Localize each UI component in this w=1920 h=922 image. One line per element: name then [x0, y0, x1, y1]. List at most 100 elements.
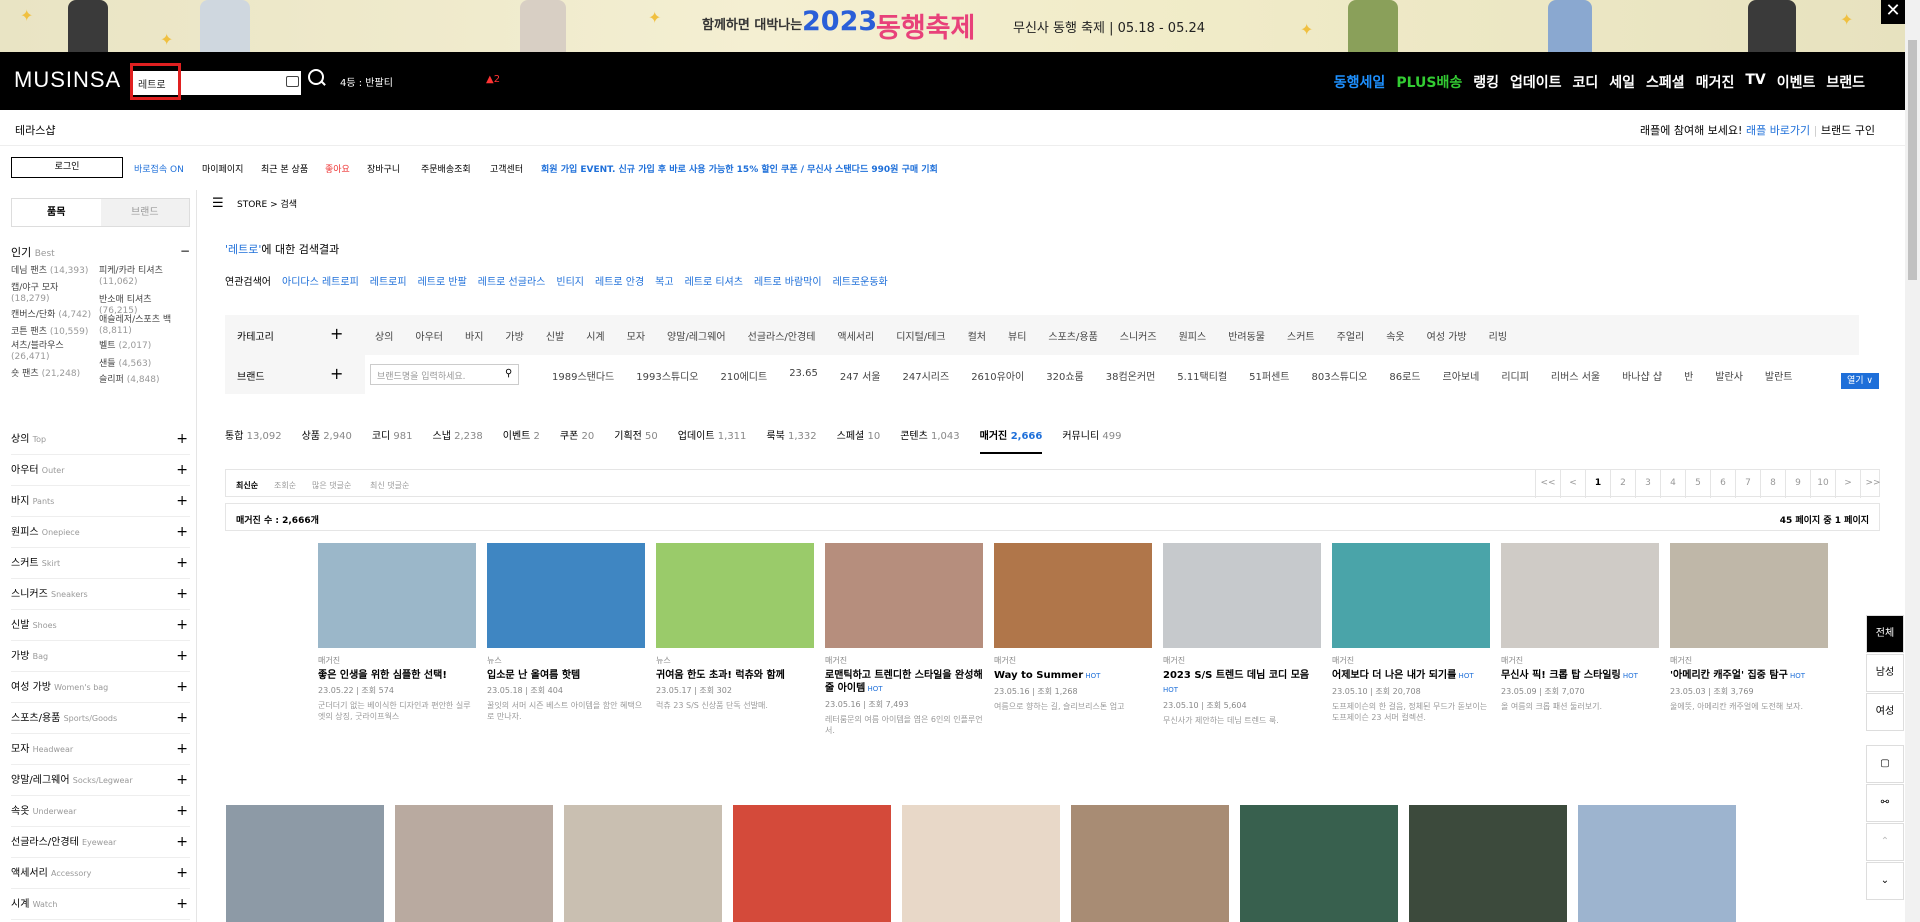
- popular-item[interactable]: 캡/야구 모자 (18,279): [11, 283, 99, 305]
- popular-item[interactable]: 피케/카라 티셔츠 (11,062): [99, 266, 187, 288]
- brand-filter-item[interactable]: 247시리즈: [903, 368, 950, 383]
- likes-link[interactable]: 좋아요: [325, 162, 350, 175]
- plus-icon[interactable]: +: [176, 641, 188, 672]
- related-keyword[interactable]: 레트로 선글라스: [478, 273, 546, 288]
- brand-filter-item[interactable]: 5.11택티컬: [1177, 368, 1227, 383]
- magazine-thumbnail[interactable]: [318, 543, 476, 648]
- filter-men-button[interactable]: 남성: [1866, 654, 1904, 692]
- sort-option[interactable]: 최신순: [236, 480, 258, 491]
- magazine-title[interactable]: 어제보다 더 나은 내가 되기를 HOT: [1332, 669, 1490, 683]
- result-tab[interactable]: 기획전 50: [614, 427, 658, 454]
- category-filter-item[interactable]: 아우터: [415, 328, 443, 343]
- result-tab[interactable]: 상품 2,940: [302, 427, 352, 454]
- gnb-item[interactable]: 이벤트: [1777, 72, 1816, 92]
- category-filter-item[interactable]: 선글라스/안경테: [748, 328, 816, 343]
- sort-option[interactable]: 최신 댓글순: [370, 480, 409, 491]
- plus-icon[interactable]: +: [176, 579, 188, 610]
- popular-item[interactable]: 반소매 티셔츠 (76,215): [99, 295, 187, 317]
- category-filter-item[interactable]: 가방: [505, 328, 523, 343]
- gnb-item[interactable]: 매거진: [1696, 72, 1735, 92]
- sidebar-category[interactable]: 속옷 Underwear +: [11, 796, 190, 827]
- sidebar-category[interactable]: 신발 Shoes +: [11, 610, 190, 641]
- result-tab[interactable]: 통합 13,092: [225, 427, 282, 454]
- brand-filter-item[interactable]: 210에디트: [721, 368, 768, 383]
- popular-item[interactable]: 코튼 팬츠 (10,559): [11, 327, 99, 338]
- category-filter-item[interactable]: 주얼리: [1337, 328, 1365, 343]
- pagination-button[interactable]: <: [1560, 470, 1585, 498]
- pagination-button[interactable]: <<: [1535, 470, 1560, 498]
- category-filter-item[interactable]: 스니커즈: [1120, 328, 1157, 343]
- sidebar-category[interactable]: 시계 Watch +: [11, 889, 190, 920]
- popular-title[interactable]: 인기 Best: [11, 244, 190, 260]
- quick-access-toggle[interactable]: 바로접속 ON: [134, 162, 184, 175]
- magazine-thumbnail[interactable]: [395, 805, 553, 922]
- category-filter-item[interactable]: 바지: [465, 328, 483, 343]
- related-keyword[interactable]: 빈티지: [556, 273, 584, 288]
- login-button[interactable]: 로그인: [11, 157, 123, 178]
- pagination-button[interactable]: 10: [1810, 470, 1835, 498]
- brand-search-input[interactable]: 브랜드명을 입력하세요.: [370, 364, 519, 385]
- related-keyword[interactable]: 레트로운동화: [833, 273, 888, 288]
- plus-icon[interactable]: +: [176, 858, 188, 889]
- popular-item[interactable]: 숏 팬츠 (21,248): [11, 369, 99, 380]
- scrollbar-thumb[interactable]: [1908, 40, 1917, 280]
- menu-icon[interactable]: ☰: [212, 196, 224, 211]
- magazine-thumbnail[interactable]: [226, 805, 384, 922]
- magazine-thumbnail[interactable]: [1409, 805, 1567, 922]
- result-tab[interactable]: 쿠폰 20: [560, 427, 594, 454]
- sidebar-category[interactable]: 상의 Top +: [11, 424, 190, 455]
- popular-item[interactable]: 샌들 (4,563): [99, 359, 187, 370]
- brand-filter-item[interactable]: 23.65: [789, 368, 818, 383]
- magazine-card[interactable]: 매거진 로맨틱하고 트렌디한 스타일을 완성해 줄 아이템 HOT 23.05.16…: [825, 543, 983, 736]
- magazine-thumbnail[interactable]: [1501, 543, 1659, 648]
- brand-filter-item[interactable]: 리디피: [1501, 368, 1529, 383]
- brand-filter-item[interactable]: 르아보네: [1443, 368, 1480, 383]
- gnb-item[interactable]: 브랜드: [1826, 72, 1865, 92]
- category-filter-item[interactable]: 스포츠/용품: [1048, 328, 1097, 343]
- customer-center-link[interactable]: 고객센터: [490, 162, 523, 175]
- result-tab[interactable]: 매거진 2,666: [979, 427, 1043, 454]
- pagination-button[interactable]: 4: [1660, 470, 1685, 498]
- brand-filter-item[interactable]: 1989스탠다드: [552, 368, 614, 383]
- filter-women-button[interactable]: 여성: [1866, 693, 1904, 731]
- pagination-button[interactable]: 1: [1585, 470, 1610, 498]
- related-keyword[interactable]: 레트로피: [370, 273, 407, 288]
- magazine-card[interactable]: 뉴스 귀여움 한도 초과! 럭츄와 함께 23.05.17 | 조회 302 럭츄 2…: [656, 543, 814, 711]
- magazine-card[interactable]: 매거진 좋은 인생을 위한 심플한 선택! 23.05.22 | 조회 574 군더더…: [318, 543, 476, 722]
- scroll-bottom-icon[interactable]: ⌄: [1866, 862, 1904, 900]
- popular-item[interactable]: 데님 팬츠 (14,393): [11, 266, 99, 277]
- related-keyword[interactable]: 레트로 안경: [595, 273, 644, 288]
- mypage-link[interactable]: 마이페이지: [202, 162, 243, 175]
- result-tab[interactable]: 커뮤니티 499: [1062, 427, 1121, 454]
- magazine-card[interactable]: 매거진 무신사 픽! 크롭 탑 스타일링 HOT 23.05.09 | 조회 7,0…: [1501, 543, 1659, 712]
- plus-icon[interactable]: +: [176, 827, 188, 858]
- plus-icon[interactable]: +: [176, 703, 188, 734]
- plus-icon[interactable]: +: [176, 455, 188, 486]
- category-filter-item[interactable]: 신발: [546, 328, 564, 343]
- plus-icon[interactable]: +: [176, 672, 188, 703]
- pagination-button[interactable]: >: [1835, 470, 1860, 498]
- brand-filter-item[interactable]: 38컴온커먼: [1106, 368, 1156, 383]
- plus-icon[interactable]: +: [176, 486, 188, 517]
- category-filter-item[interactable]: 원피스: [1179, 328, 1207, 343]
- result-tab[interactable]: 스냅 2,238: [433, 427, 483, 454]
- brand-filter-item[interactable]: 86로드: [1389, 368, 1420, 383]
- sidebar-category[interactable]: 여성 가방 Women's bag +: [11, 672, 190, 703]
- magazine-thumbnail[interactable]: [733, 805, 891, 922]
- popular-item[interactable]: 벨트 (2,017): [99, 341, 187, 352]
- magazine-thumbnail[interactable]: [656, 543, 814, 648]
- magazine-card[interactable]: 매거진 Way to Summer HOT 23.05.16 | 조회 1,268 여…: [994, 543, 1152, 712]
- gnb-item[interactable]: 코디: [1573, 72, 1599, 92]
- brand-filter-item[interactable]: 리버스 서울: [1551, 368, 1600, 383]
- result-tab[interactable]: 콘텐츠 1,043: [900, 427, 959, 454]
- result-tab[interactable]: 코디 981: [372, 427, 413, 454]
- magazine-thumbnail[interactable]: [1071, 805, 1229, 922]
- magazine-title[interactable]: 입소문 난 올여름 핫템: [487, 669, 645, 682]
- magazine-card[interactable]: 뉴스 입소문 난 올여름 핫템 23.05.18 | 조회 404 꿀잇의 서머 시즌…: [487, 543, 645, 722]
- share-icon[interactable]: ⚯: [1866, 784, 1904, 822]
- camera-icon[interactable]: [286, 76, 299, 87]
- gnb-item[interactable]: 스페셜: [1646, 72, 1685, 92]
- pagination-button[interactable]: 2: [1610, 470, 1635, 498]
- magazine-thumbnail[interactable]: [1163, 543, 1321, 648]
- sidebar-category[interactable]: 아우터 Outer +: [11, 455, 190, 486]
